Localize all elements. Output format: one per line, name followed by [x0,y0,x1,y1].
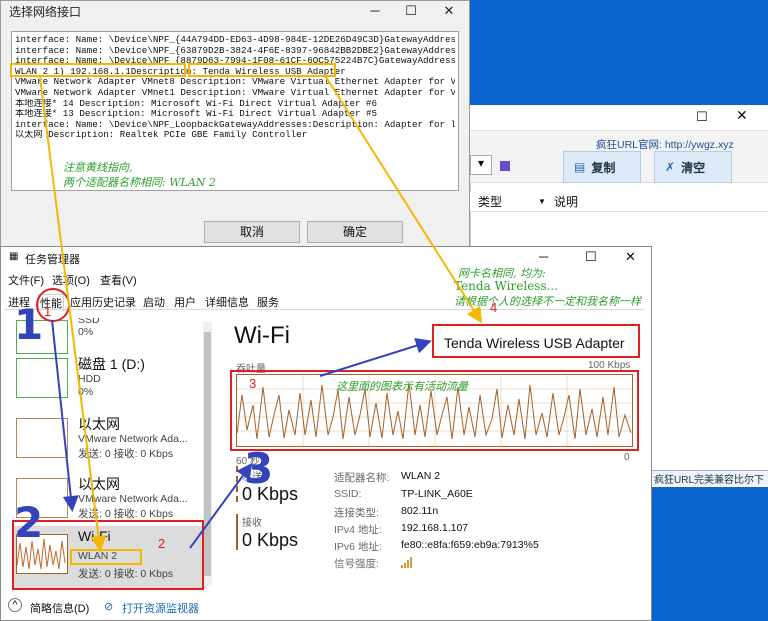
annotation-arrows [39,76,483,552]
arrow-step-3 [319,337,432,377]
arrow-yellow-wlan [39,76,107,552]
arrow-yellow-adapter [325,76,483,324]
arrow-step-1 [51,319,79,512]
arrow-step-2 [189,462,253,549]
